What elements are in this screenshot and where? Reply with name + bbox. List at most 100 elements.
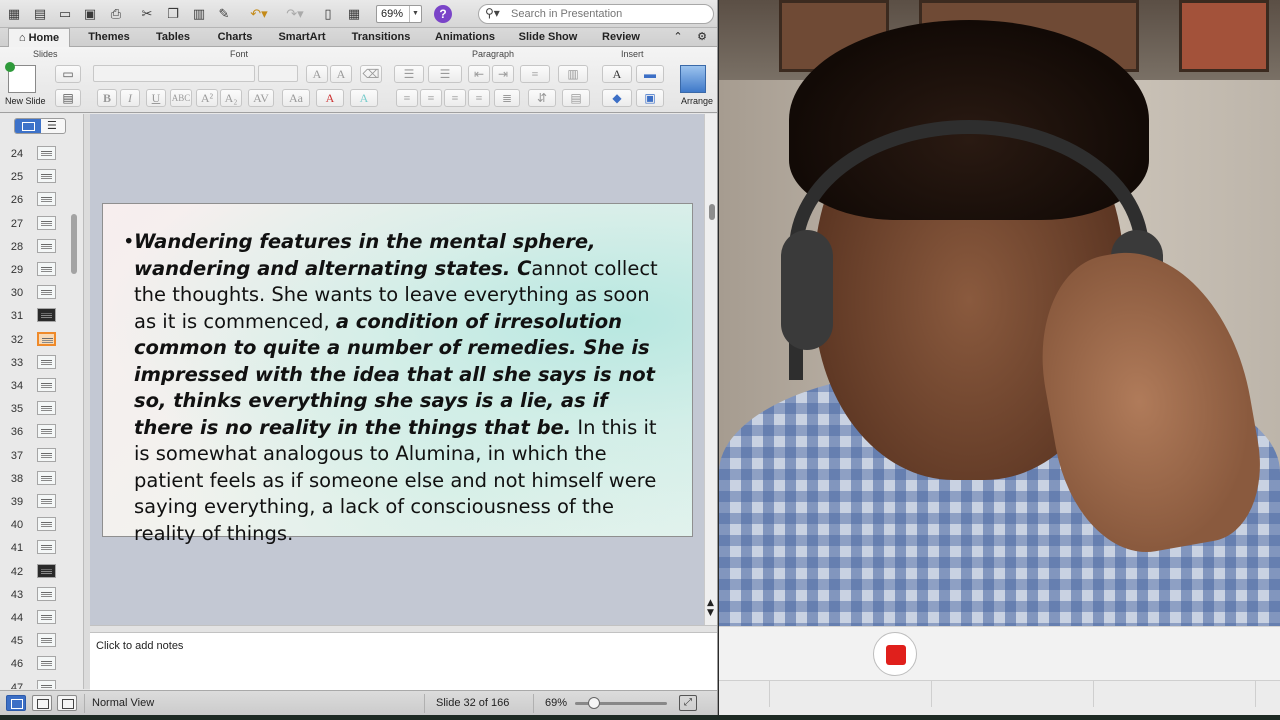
section-icon[interactable]: ▤ — [55, 89, 81, 107]
redo-icon[interactable]: ↷▾ — [282, 4, 308, 24]
slide-thumbnail-item[interactable]: 26 — [0, 190, 70, 213]
normal-view-button[interactable] — [6, 695, 26, 711]
italic-icon[interactable]: I — [120, 89, 140, 107]
slide-thumbnail-item[interactable]: 24 — [0, 144, 70, 167]
distribute-icon[interactable]: ≣ — [494, 89, 520, 107]
tab-themes[interactable]: Themes — [80, 28, 138, 47]
pane-scroll-thumb[interactable] — [71, 214, 77, 274]
slide-thumbnail[interactable] — [37, 563, 56, 578]
slide-thumbnail[interactable] — [37, 656, 56, 671]
slide-thumbnail[interactable] — [37, 586, 56, 601]
slide-thumbnail-item[interactable]: 41 — [0, 538, 70, 561]
paste-icon[interactable]: ▥ — [189, 4, 209, 24]
increase-indent-icon[interactable]: ⇥ — [492, 65, 514, 83]
slide-thumbnail[interactable] — [37, 262, 56, 276]
numbering-icon[interactable]: ☰ — [428, 65, 462, 83]
slide-thumbnail-item[interactable]: 42 — [0, 562, 70, 585]
slide-thumbnail-item[interactable]: 43 — [0, 585, 70, 608]
font-color-icon[interactable]: A — [316, 89, 344, 107]
search-box[interactable]: ⚲▾ — [478, 4, 714, 24]
cut-icon[interactable]: ✂ — [137, 4, 157, 24]
slide-thumbnail-item[interactable]: 45 — [0, 631, 70, 654]
subscript-icon[interactable]: A₂ — [220, 89, 242, 107]
format-painter-icon[interactable]: ✎ — [214, 4, 234, 24]
new-slide-icon[interactable] — [5, 62, 36, 93]
current-slide[interactable]: • Wandering features in the mental spher… — [102, 203, 693, 545]
picture-icon[interactable]: ▬ — [636, 65, 664, 83]
scroll-arrows-icon[interactable]: ▲ ▼ — [707, 598, 714, 618]
decrease-font-icon[interactable]: A — [330, 65, 352, 83]
slide-thumbnail[interactable] — [37, 401, 56, 416]
open-folder-icon[interactable]: ▭ — [55, 4, 75, 24]
templates-icon[interactable]: ▤ — [30, 4, 50, 24]
slide-thumbnail[interactable] — [37, 192, 56, 207]
underline-icon[interactable]: U — [146, 89, 166, 107]
bullets-icon[interactable]: ☰ — [394, 65, 424, 83]
slide-show-icon[interactable]: ▦ — [344, 4, 364, 24]
slide-thumbnail[interactable] — [37, 610, 56, 624]
slide-thumbnail[interactable] — [37, 354, 56, 369]
slide-thumbnail[interactable] — [37, 238, 56, 253]
tab-smartart[interactable]: SmartArt — [270, 28, 334, 47]
slide-thumbnail-item[interactable]: 36 — [0, 422, 70, 445]
pane-view-switch[interactable]: ☰ — [14, 118, 66, 134]
line-spacing-icon[interactable]: ≡ — [520, 65, 550, 83]
tab-tables[interactable]: Tables — [146, 28, 200, 47]
justify-icon[interactable]: ≡ — [468, 89, 490, 107]
slides-view-icon[interactable] — [15, 119, 41, 133]
slide-thumbnail[interactable] — [37, 679, 56, 689]
search-input[interactable] — [511, 7, 707, 21]
undo-icon[interactable]: ↶▾ — [246, 4, 272, 24]
slide-thumbnail[interactable] — [37, 378, 56, 392]
slide-thumbnail-item[interactable]: 38 — [0, 469, 70, 492]
notes-pane[interactable]: Click to add notes — [90, 633, 717, 690]
font-name-field[interactable] — [93, 65, 255, 82]
new-presentation-icon[interactable]: ▦ — [4, 4, 24, 24]
slide-thumbnail-item[interactable]: 35 — [0, 399, 70, 422]
notes-splitter[interactable] — [90, 625, 717, 633]
change-case-icon[interactable]: Aa — [282, 89, 310, 107]
align-right-icon[interactable]: ≡ — [444, 89, 466, 107]
help-icon[interactable]: ? — [434, 5, 452, 23]
text-effects-icon[interactable]: A — [350, 89, 378, 107]
pane-scrollbar[interactable] — [70, 158, 78, 688]
editor-scroll-thumb[interactable] — [709, 204, 715, 220]
zoom-slider-knob[interactable] — [588, 697, 600, 709]
slide-thumbnail-item[interactable]: 30 — [0, 283, 70, 306]
insert-slide-icon[interactable]: ▯ — [318, 4, 338, 24]
slide-thumbnail[interactable] — [37, 540, 56, 555]
slide-thumbnail[interactable] — [37, 169, 56, 184]
bold-icon[interactable]: B — [97, 89, 117, 107]
strikethrough-icon[interactable]: ABC — [170, 89, 192, 107]
slide-thumbnail[interactable] — [37, 517, 56, 532]
slide-thumbnail[interactable] — [37, 447, 56, 462]
slide-thumbnail[interactable] — [37, 308, 56, 323]
slide-thumbnail[interactable] — [37, 215, 56, 230]
slide-thumbnail[interactable] — [37, 494, 56, 508]
slide-body-text[interactable]: • Wandering features in the mental spher… — [123, 229, 673, 547]
zoom-select[interactable]: 69% ▼ — [376, 5, 422, 23]
columns-icon[interactable]: ▥ — [558, 65, 588, 83]
character-spacing-icon[interactable]: AV — [248, 89, 274, 107]
slide-thumbnail[interactable] — [37, 285, 56, 300]
align-text-icon[interactable]: ▤ — [562, 89, 590, 107]
superscript-icon[interactable]: A² — [196, 89, 218, 107]
slide-thumbnail-item[interactable]: 40 — [0, 515, 70, 538]
media-icon[interactable]: ▣ — [636, 89, 664, 107]
slide-thumbnail-item[interactable]: 29 — [0, 260, 70, 283]
arrange-icon[interactable] — [680, 65, 706, 93]
slide-thumbnail-item[interactable]: 33 — [0, 353, 70, 376]
tab-transitions[interactable]: Transitions — [342, 28, 420, 47]
slide-thumbnail-item[interactable]: 28 — [0, 237, 70, 260]
text-box-icon[interactable]: A — [602, 65, 632, 83]
increase-font-icon[interactable]: A — [306, 65, 328, 83]
stop-recording-button[interactable] — [873, 632, 917, 676]
slide-sorter-button[interactable] — [32, 695, 52, 711]
text-direction-icon[interactable]: ⇵ — [528, 89, 556, 107]
slide-thumbnail-item[interactable]: 27 — [0, 214, 70, 237]
save-icon[interactable]: ▣ — [80, 4, 100, 24]
outline-view-icon[interactable]: ☰ — [47, 119, 57, 132]
fit-to-window-icon[interactable]: ⤢ — [679, 695, 697, 711]
copy-icon[interactable]: ❐ — [163, 4, 183, 24]
layout-icon[interactable]: ▭ — [55, 65, 81, 83]
